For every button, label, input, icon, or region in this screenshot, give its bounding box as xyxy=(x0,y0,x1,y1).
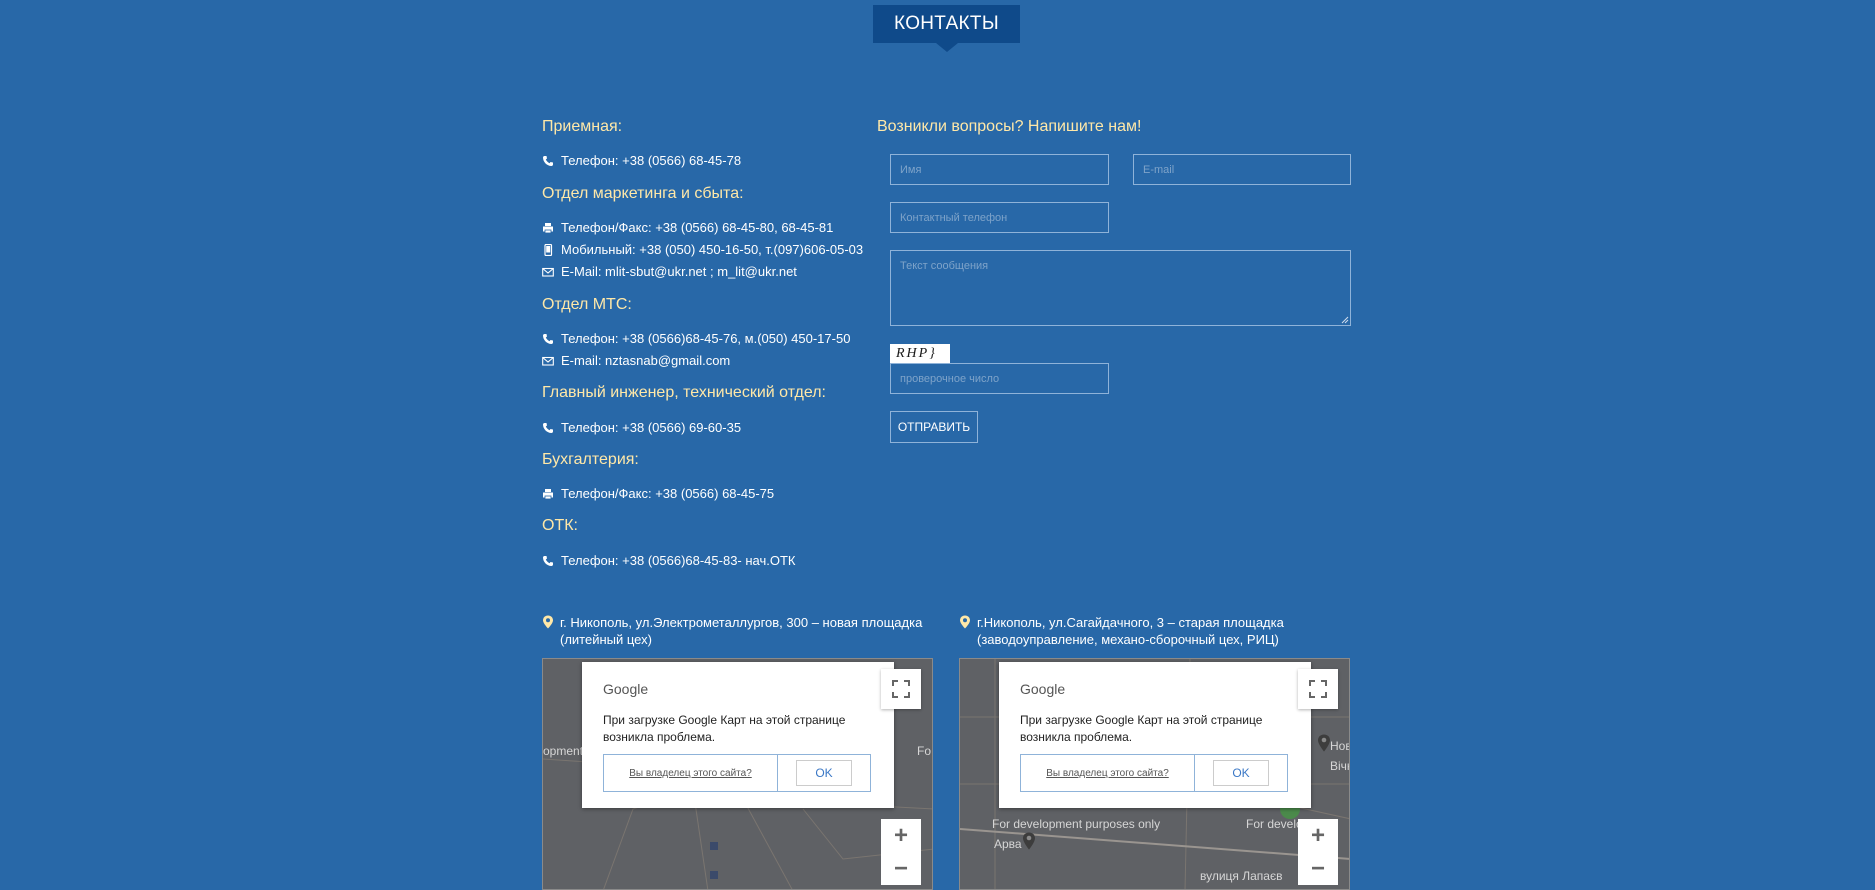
contact-line: Телефон: +38 (0566)68-45-76, м.(050) 450… xyxy=(542,331,850,346)
contact-line: Телефон: +38 (0566) 68-45-78 xyxy=(542,153,741,168)
fullscreen-button[interactable] xyxy=(881,669,921,709)
contact-text: Телефон/Факс: +38 (0566) 68-45-80, 68-45… xyxy=(561,220,834,235)
contact-line: E-Mail: mlit-sbut@ukr.net ; m_lit@ukr.ne… xyxy=(542,264,797,279)
section-title-chief-engineer: Главный инженер, технический отдел: xyxy=(542,384,826,401)
map-error-message: При загрузке Google Карт на этой страниц… xyxy=(603,713,846,744)
ok-button-wrap: OK xyxy=(778,755,870,791)
contact-text: Телефон/Факс: +38 (0566) 68-45-75 xyxy=(561,486,775,501)
contact-text: Телефон: +38 (0566) 68-45-78 xyxy=(561,153,742,168)
map-label: For development purposes only xyxy=(992,817,1161,831)
phone-input[interactable] xyxy=(890,202,1109,233)
address-line: (литейный цех) xyxy=(560,632,652,647)
contact-line: Мобильный: +38 (050) 450-16-50, т.(097)6… xyxy=(542,242,863,257)
mobile-icon xyxy=(542,243,554,256)
contact-text: Телефон: +38 (0566)68-45-76, м.(050) 450… xyxy=(561,331,851,346)
section-title-otk: ОТК: xyxy=(542,517,578,534)
email-input[interactable] xyxy=(1133,154,1351,185)
map-label: вулиця Лапаєв xyxy=(1200,869,1283,883)
address-line: (заводоуправление, механо-сборочный цех,… xyxy=(977,632,1279,647)
map-error-actions: Вы владелец этого сайта? OK xyxy=(1020,754,1288,792)
message-textarea[interactable] xyxy=(890,250,1351,326)
form-title: Возникли вопросы? Напишите нам! xyxy=(877,118,1142,135)
owner-link[interactable]: Вы владелец этого сайта? xyxy=(1021,755,1195,791)
section-title-marketing: Отдел маркетинга и сбыта: xyxy=(542,185,744,202)
map-marker-icon[interactable] xyxy=(1022,832,1036,850)
captcha-input[interactable] xyxy=(890,363,1109,394)
section-title-accounting: Бухгалтерия: xyxy=(542,451,639,468)
map-marker-icon[interactable] xyxy=(1317,734,1331,752)
map-error-dialog: Google При загрузке Google Карт на этой … xyxy=(582,662,894,808)
contact-link[interactable]: E-Mail: mlit-sbut@ukr.net ; m_lit@ukr.ne… xyxy=(561,264,797,279)
phone-icon xyxy=(542,555,554,567)
location-pin-icon xyxy=(543,615,553,629)
address-line: г. Никополь, ул.Электрометаллургов, 300 … xyxy=(560,615,923,630)
contact-line: Телефон: +38 (0566)68-45-83- нач.ОТК xyxy=(542,553,796,568)
address-old-site: г.Никополь, ул.Сагайдачного, 3 – старая … xyxy=(959,614,1284,648)
resize-handle-icon[interactable] xyxy=(1340,315,1349,324)
contact-text: Телефон: +38 (0566)68-45-83- нач.ОТК xyxy=(561,553,796,568)
map-label: Нов xyxy=(1330,739,1350,753)
captcha-image: RHP} xyxy=(890,344,950,363)
map-label: opment xyxy=(543,744,584,758)
contact-text: Телефон: +38 (0566) 69-60-35 xyxy=(561,420,742,435)
google-logo: Google xyxy=(603,681,649,697)
name-input[interactable] xyxy=(890,154,1109,185)
contact-line: Телефон/Факс: +38 (0566) 68-45-75 xyxy=(542,486,774,501)
ok-button-wrap: OK xyxy=(1195,755,1287,791)
zoom-in-button[interactable]: + xyxy=(1298,819,1338,852)
mail-icon xyxy=(542,266,554,278)
map-old-site[interactable]: For development purposes only For develo… xyxy=(959,658,1350,890)
owner-link[interactable]: Вы владелец этого сайта? xyxy=(604,755,778,791)
contact-line: Телефон: +38 (0566) 69-60-35 xyxy=(542,420,741,435)
phone-icon xyxy=(542,422,554,434)
fullscreen-button[interactable] xyxy=(1298,669,1338,709)
contact-line: E-mail: nztasnab@gmail.com xyxy=(542,353,730,368)
ok-button[interactable]: OK xyxy=(796,760,852,786)
fullscreen-icon xyxy=(892,680,910,698)
address-line: г.Никополь, ул.Сагайдачного, 3 – старая … xyxy=(977,615,1284,630)
ok-button[interactable]: OK xyxy=(1213,760,1269,786)
fax-icon xyxy=(542,222,554,234)
submit-button[interactable]: ОТПРАВИТЬ xyxy=(890,411,978,443)
page-title: КОНТАКТЫ xyxy=(873,5,1020,52)
mail-icon xyxy=(542,355,554,367)
map-error-message: При загрузке Google Карт на этой страниц… xyxy=(1020,713,1263,744)
fullscreen-icon xyxy=(1309,680,1327,698)
contact-line: Телефон/Факс: +38 (0566) 68-45-80, 68-45… xyxy=(542,220,833,235)
section-title-mts: Отдел МТС: xyxy=(542,296,632,313)
location-pin-icon xyxy=(960,615,970,629)
zoom-in-button[interactable]: + xyxy=(881,819,921,852)
google-logo: Google xyxy=(1020,681,1066,697)
map-label: Fo xyxy=(917,744,932,758)
phone-icon xyxy=(542,155,554,167)
map-label: Арва xyxy=(994,837,1022,851)
map-new-site[interactable]: opment Fo Google При загрузке Google Кар… xyxy=(542,658,933,890)
zoom-out-button[interactable]: − xyxy=(881,852,921,885)
map-label: Вічної xyxy=(1330,759,1349,773)
map-error-dialog: Google При загрузке Google Карт на этой … xyxy=(999,662,1311,808)
section-title-reception: Приемная: xyxy=(542,118,623,135)
contact-text: Мобильный: +38 (050) 450-16-50, т.(097)6… xyxy=(561,242,864,257)
address-new-site: г. Никополь, ул.Электрометаллургов, 300 … xyxy=(542,614,922,648)
contact-link[interactable]: E-mail: nztasnab@gmail.com xyxy=(561,353,730,368)
map-error-actions: Вы владелец этого сайта? OK xyxy=(603,754,871,792)
zoom-out-button[interactable]: − xyxy=(1298,852,1338,885)
phone-icon xyxy=(542,333,554,345)
fax-icon xyxy=(542,488,554,500)
